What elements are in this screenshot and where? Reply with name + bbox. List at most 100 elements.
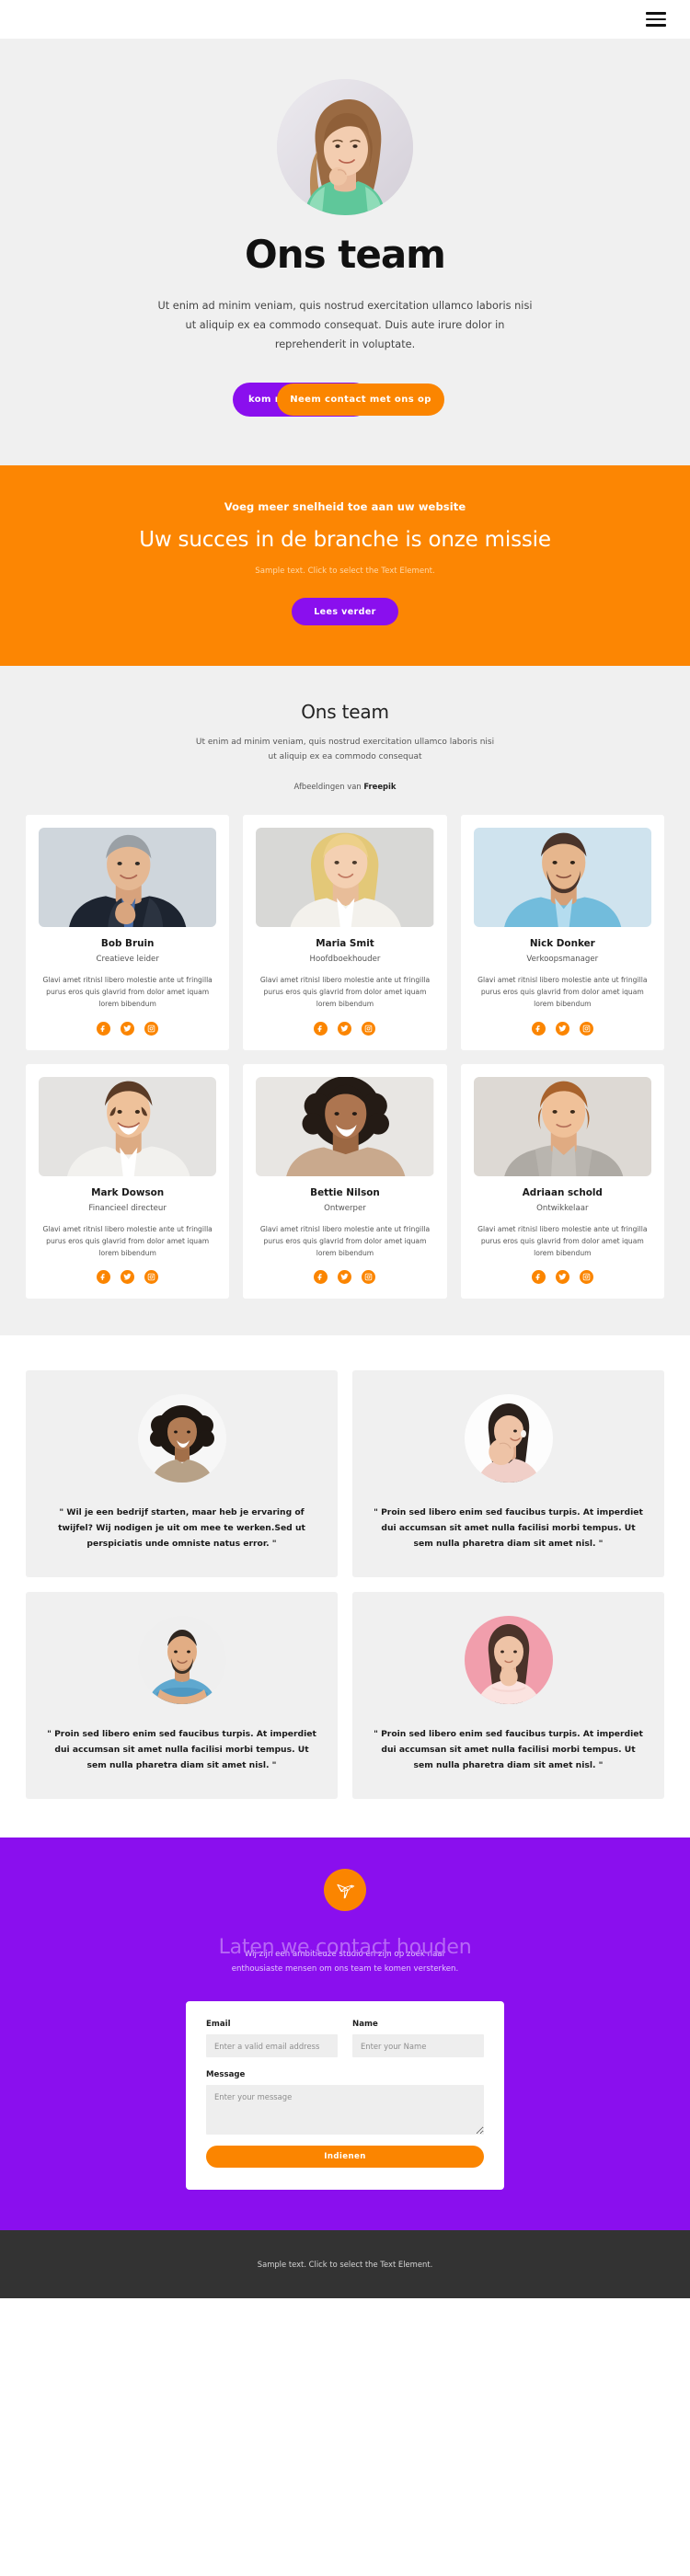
contact-form: Email Name Message Indienen [186, 2001, 504, 2191]
name-field[interactable] [352, 2034, 484, 2058]
testimonial-quote: " Wil je een bedrijf starten, maar heb j… [58, 1507, 305, 1550]
banner-title: Uw succes in de branche is onze missie [139, 527, 551, 552]
team-subtitle: Ut enim ad minim veniam, quis nostrud ex… [195, 738, 495, 762]
team-grid: Bob Bruin Creatieve leider Glavi amet ri… [0, 814, 690, 1299]
twitter-icon[interactable] [121, 1270, 135, 1285]
team-member-card: Mark Dowson Financieel directeur Glavi a… [26, 1063, 230, 1299]
testimonial-quote: " Proin sed libero enim sed faucibus tur… [47, 1729, 316, 1771]
contact-title: Laten we contact houden [218, 1936, 472, 1960]
image-credit-prefix: Afbeeldingen van [293, 781, 364, 791]
facebook-icon[interactable] [531, 1270, 546, 1285]
testimonial-card: " Proin sed libero enim sed faucibus tur… [26, 1592, 338, 1800]
team-member-card: Maria Smit Hoofdboekhouder Glavi amet ri… [243, 814, 447, 1050]
team-member-card: Bettie Nilson Ontwerper Glavi amet ritni… [243, 1063, 447, 1299]
hero-avatar [277, 79, 413, 215]
member-bio: Glavi amet ritnisl libero molestie ante … [42, 1224, 213, 1258]
member-bio: Glavi amet ritnisl libero molestie ante … [259, 1224, 431, 1258]
footer-text: Sample text. Click to select the Text El… [257, 2260, 433, 2270]
instagram-icon[interactable] [362, 1270, 376, 1285]
instagram-icon[interactable] [362, 1021, 376, 1036]
member-socials [474, 1021, 651, 1036]
twitter-icon[interactable] [121, 1021, 135, 1036]
testimonials-section: " Wil je een bedrijf starten, maar heb j… [0, 1335, 690, 1838]
member-socials [256, 1270, 433, 1285]
email-field[interactable] [206, 2034, 338, 2058]
site-header [0, 0, 690, 39]
member-bio: Glavi amet ritnisl libero molestie ante … [477, 1224, 648, 1258]
member-name: Adriaan schold [522, 1186, 603, 1198]
contact-section: Laten we contact houden Wij zijn een amb… [0, 1838, 690, 2231]
testimonial-avatar [137, 1394, 226, 1483]
page-root: Ons team Ut enim ad minim veniam, quis n… [0, 0, 690, 2299]
twitter-icon[interactable] [555, 1270, 569, 1285]
promo-banner: Voeg meer snelheid toe aan uw website Uw… [0, 464, 690, 667]
testimonial-card: " Proin sed libero enim sed faucibus tur… [352, 1592, 664, 1800]
member-name: Bettie Nilson [310, 1186, 380, 1198]
testimonial-avatar [137, 1616, 226, 1705]
member-photo [256, 1076, 434, 1176]
instagram-icon[interactable] [144, 1270, 159, 1285]
instagram-icon[interactable] [579, 1021, 593, 1036]
team-member-card: Nick Donker Verkoopsmanager Glavi amet r… [460, 814, 664, 1050]
team-member-card: Bob Bruin Creatieve leider Glavi amet ri… [26, 814, 230, 1050]
member-name: Mark Dowson [91, 1186, 165, 1198]
member-name: Nick Donker [529, 937, 595, 949]
testimonial-avatar [464, 1394, 553, 1483]
message-group: Message [206, 2070, 484, 2135]
member-role: Verkoopsmanager [526, 954, 599, 964]
origami-bird-icon [324, 1869, 366, 1912]
member-photo [473, 1076, 651, 1176]
member-bio: Glavi amet ritnisl libero molestie ante … [42, 975, 213, 1009]
twitter-icon[interactable] [338, 1270, 352, 1285]
name-label: Name [352, 2020, 378, 2030]
testimonials-grid: " Wil je een bedrijf starten, maar heb j… [0, 1370, 690, 1800]
member-role: Ontwerper [324, 1203, 366, 1213]
team-section: Ons team Ut enim ad minim veniam, quis n… [0, 666, 690, 1336]
team-member-card: Adriaan schold Ontwikkelaar Glavi amet r… [460, 1063, 664, 1299]
member-bio: Glavi amet ritnisl libero molestie ante … [477, 975, 648, 1009]
image-credit-brand[interactable]: Freepik [363, 782, 396, 791]
message-field[interactable] [206, 2085, 484, 2135]
facebook-icon[interactable] [314, 1021, 328, 1036]
testimonial-avatar [464, 1616, 553, 1705]
instagram-icon[interactable] [579, 1270, 593, 1285]
member-socials [256, 1021, 433, 1036]
facebook-icon[interactable] [314, 1270, 328, 1285]
member-socials [39, 1270, 216, 1285]
testimonial-card: " Wil je een bedrijf starten, maar heb j… [26, 1370, 338, 1578]
member-photo [39, 1076, 217, 1176]
facebook-icon[interactable] [97, 1270, 111, 1285]
hero-section: Ons team Ut enim ad minim veniam, quis n… [0, 39, 690, 465]
name-group: Name [352, 2020, 484, 2058]
member-photo [256, 827, 434, 927]
member-photo [473, 827, 651, 927]
facebook-icon[interactable] [97, 1021, 111, 1036]
hamburger-menu-icon[interactable] [646, 12, 666, 27]
testimonial-quote: " Proin sed libero enim sed faucibus tur… [374, 1729, 643, 1771]
member-bio: Glavi amet ritnisl libero molestie ante … [259, 975, 431, 1009]
site-footer: Sample text. Click to select the Text El… [0, 2230, 690, 2299]
member-socials [474, 1270, 651, 1285]
member-role: Hoofdboekhouder [309, 954, 381, 964]
facebook-icon[interactable] [531, 1021, 546, 1036]
testimonial-quote: " Proin sed libero enim sed faucibus tur… [374, 1507, 643, 1550]
instagram-icon[interactable] [144, 1021, 159, 1036]
banner-eyebrow: Voeg meer snelheid toe aan uw website [224, 499, 466, 513]
member-socials [39, 1021, 216, 1036]
testimonial-card: " Proin sed libero enim sed faucibus tur… [352, 1370, 664, 1578]
member-role: Ontwikkelaar [536, 1203, 589, 1213]
hero-paragraph: Ut enim ad minim veniam, quis nostrud ex… [157, 300, 533, 350]
contact-us-button[interactable]: Neem contact met ons op [277, 383, 444, 416]
member-role: Financieel directeur [88, 1203, 167, 1213]
message-label: Message [206, 2070, 246, 2080]
team-header: Ons team Ut enim ad minim veniam, quis n… [0, 701, 690, 790]
member-photo [39, 827, 217, 927]
twitter-icon[interactable] [338, 1021, 352, 1036]
read-more-button[interactable]: Lees verder [292, 598, 398, 626]
twitter-icon[interactable] [555, 1021, 569, 1036]
email-group: Email [206, 2020, 338, 2058]
image-credit: Afbeeldingen van Freepik [0, 782, 690, 791]
banner-sample-text: Sample text. Click to select the Text El… [255, 566, 435, 576]
member-name: Maria Smit [316, 937, 374, 949]
submit-button[interactable]: Indienen [206, 2146, 484, 2169]
